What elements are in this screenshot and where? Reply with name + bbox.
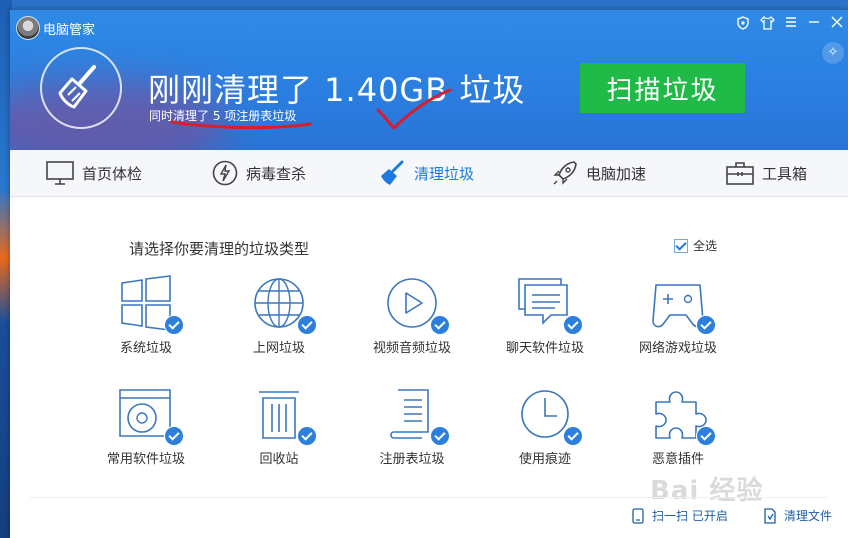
section-title: 请选择你要清理的垃圾类型 [129, 240, 310, 258]
tab-label: 首页体检 [82, 164, 143, 183]
header-banner: 电脑管家 刚刚清理了 1.40GB 垃圾 同时清理了 5 项注册表垃圾 扫描垃圾… [10, 10, 848, 150]
checked-icon [696, 426, 716, 446]
select-all-label: 全选 [693, 239, 718, 253]
menu-icon[interactable] [782, 16, 800, 34]
checked-icon [430, 426, 450, 446]
checked-icon [297, 426, 317, 446]
toolbox-icon [726, 162, 754, 185]
junk-item-media[interactable]: 视频音频垃圾 [352, 275, 472, 375]
checked-icon [164, 426, 184, 446]
tab-virus-scan[interactable]: 病毒查杀 [212, 150, 306, 196]
checked-icon [563, 315, 583, 335]
checked-icon [696, 315, 716, 335]
broom-badge-icon [40, 47, 122, 129]
lightning-icon [212, 160, 238, 186]
shield-icon[interactable] [734, 16, 752, 34]
select-all-checkbox[interactable]: 全选 [674, 237, 717, 254]
checkbox-checked-icon [674, 238, 688, 253]
phone-scan-icon [632, 507, 644, 524]
main-tabs: 首页体检 病毒查杀 清理垃圾 电脑加速 工具箱 [10, 150, 848, 197]
close-icon[interactable] [828, 16, 846, 34]
broom-icon [381, 160, 404, 185]
clean-file-label: 清理文件 [784, 509, 833, 523]
scan-junk-button[interactable]: 扫描垃圾 [580, 63, 745, 113]
baidu-watermark: Bai 经验 [650, 476, 764, 506]
item-label: 网络游戏垃圾 [638, 341, 717, 356]
scan-toggle-label: 扫一扫 已开启 [652, 509, 728, 523]
junk-item-online-games[interactable]: 网络游戏垃圾 [618, 275, 738, 375]
footer-divider [30, 497, 828, 498]
clean-file-link[interactable]: 清理文件 [762, 507, 832, 524]
tab-label: 电脑加速 [586, 164, 647, 183]
junk-item-system[interactable]: 系统垃圾 [86, 275, 206, 375]
junk-item-internet[interactable]: 上网垃圾 [219, 275, 339, 375]
item-label: 常用软件垃圾 [106, 452, 185, 467]
item-label: 回收站 [259, 452, 299, 467]
monitor-icon [46, 161, 74, 185]
app-title: 电脑管家 [43, 23, 96, 38]
tab-toolbox[interactable]: 工具箱 [726, 150, 807, 196]
item-label: 注册表垃圾 [379, 452, 445, 467]
junk-item-chat[interactable]: 聊天软件垃圾 [485, 275, 605, 375]
app-window: 电脑管家 刚刚清理了 1.40GB 垃圾 同时清理了 5 项注册表垃圾 扫描垃圾… [10, 10, 848, 538]
tab-label: 清理垃圾 [414, 164, 475, 183]
tab-home-checkup[interactable]: 首页体检 [46, 150, 142, 196]
checked-icon [563, 426, 583, 446]
item-label: 使用痕迹 [518, 452, 571, 467]
user-avatar[interactable] [16, 16, 40, 40]
item-label: 上网垃圾 [252, 341, 305, 356]
scan-toggle-link[interactable]: 扫一扫 已开启 [630, 507, 728, 524]
registry-subline: 同时清理了 5 项注册表垃圾 [149, 109, 297, 123]
file-clean-icon [764, 507, 776, 524]
sparkle-icon[interactable]: ✧ [822, 42, 844, 64]
junk-item-recycle-bin[interactable]: 回收站 [219, 386, 339, 486]
shirt-icon[interactable] [758, 15, 776, 34]
checked-icon [164, 315, 184, 335]
checked-icon [297, 315, 317, 335]
item-label: 恶意插件 [651, 452, 704, 467]
tab-label: 工具箱 [762, 164, 808, 183]
tab-clean-junk[interactable]: 清理垃圾 [380, 150, 474, 196]
junk-item-registry[interactable]: 注册表垃圾 [352, 386, 472, 486]
cleaned-headline: 刚刚清理了 1.40GB 垃圾 [148, 71, 526, 109]
item-label: 视频音频垃圾 [372, 341, 451, 356]
rocket-icon [553, 161, 577, 185]
tab-speed-up[interactable]: 电脑加速 [552, 150, 646, 196]
tab-label: 病毒查杀 [246, 164, 307, 183]
junk-item-common-software[interactable]: 常用软件垃圾 [86, 386, 206, 486]
minimize-icon[interactable] [805, 16, 823, 34]
checked-icon [430, 315, 450, 335]
item-label: 聊天软件垃圾 [505, 341, 584, 356]
item-label: 系统垃圾 [119, 341, 172, 356]
junk-item-usage-traces[interactable]: 使用痕迹 [485, 386, 605, 486]
